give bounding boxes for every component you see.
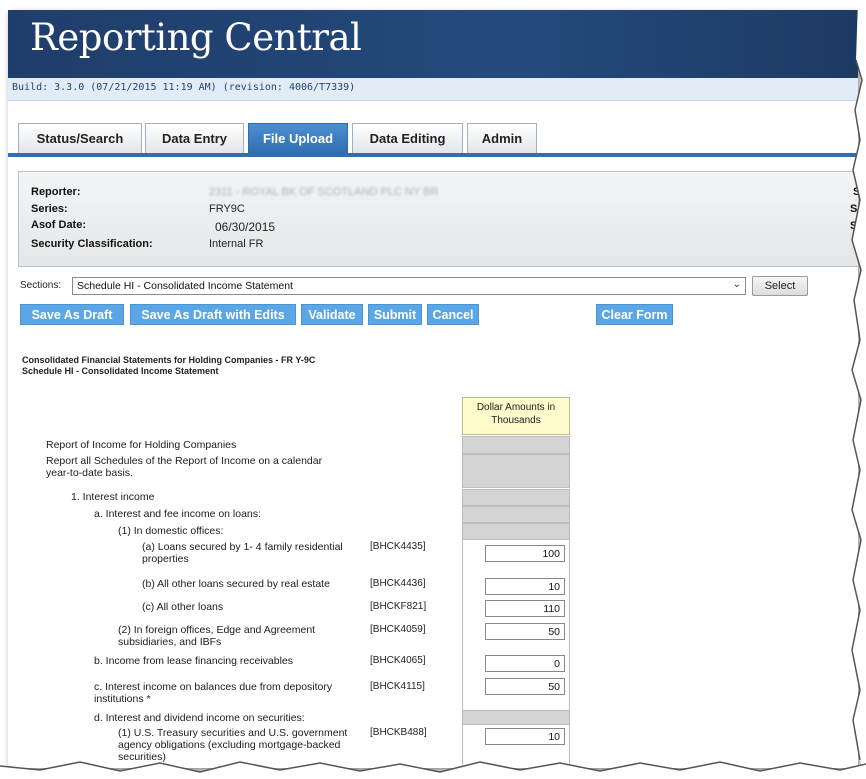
torn-edge-decoration (0, 0, 866, 779)
